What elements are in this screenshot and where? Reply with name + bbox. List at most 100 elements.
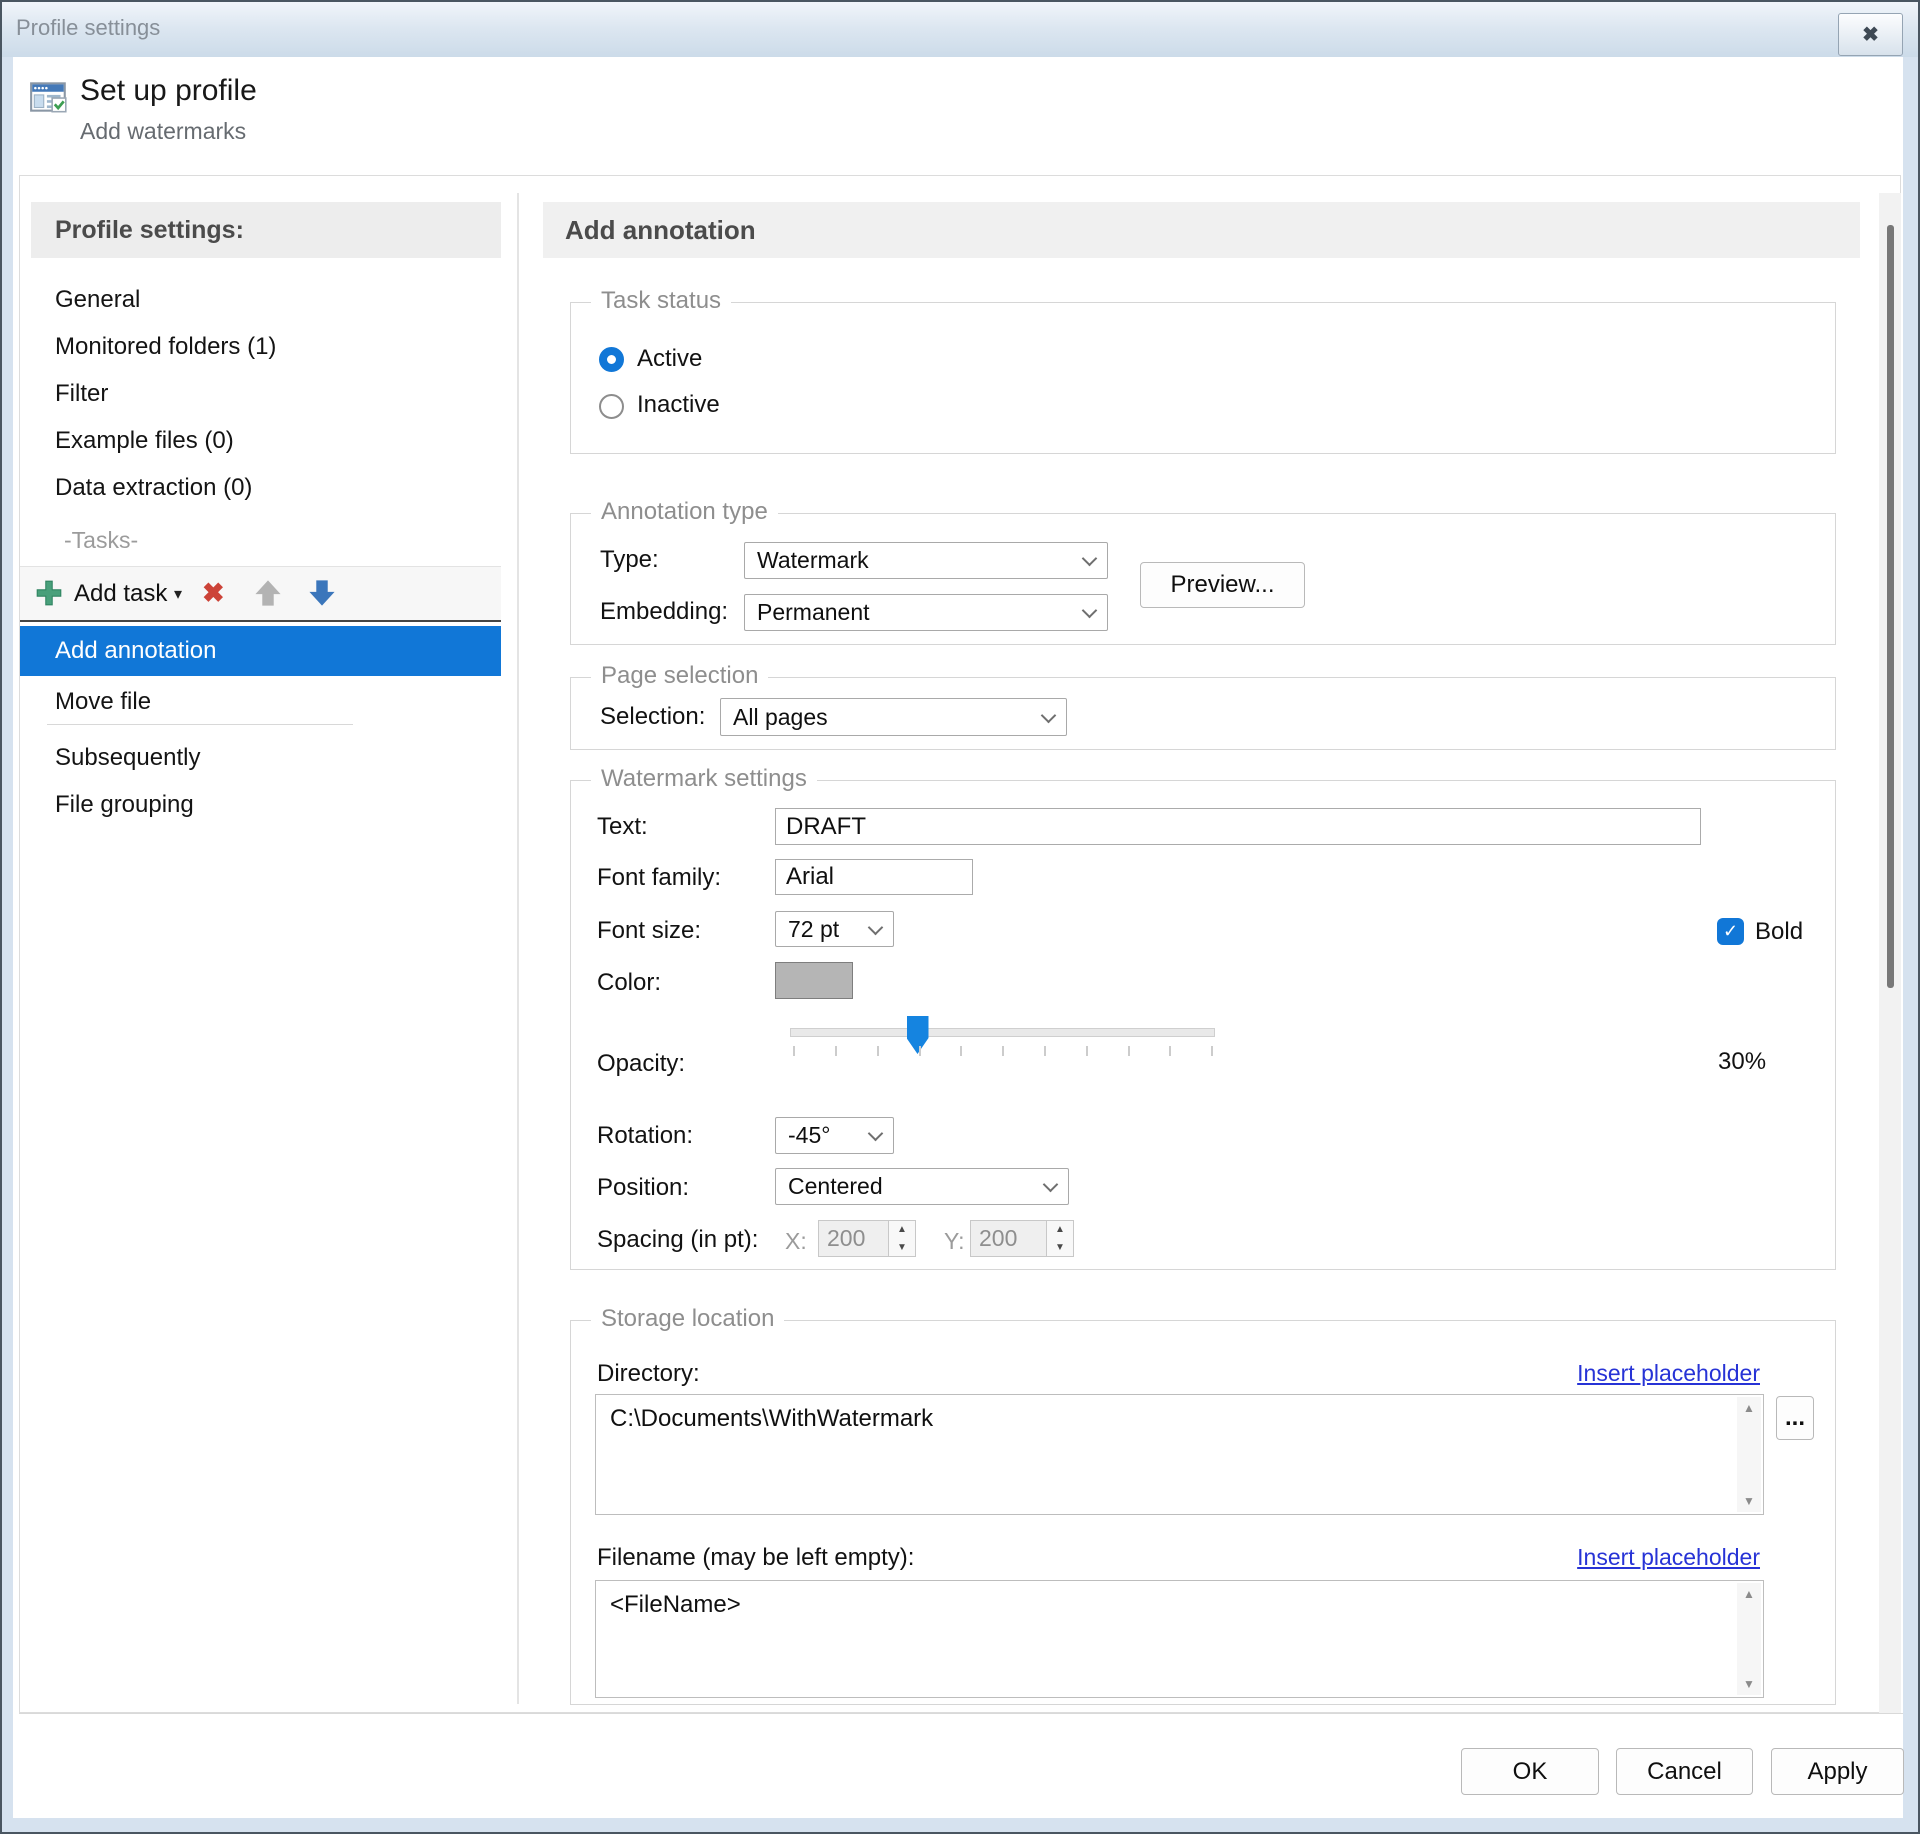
- add-task-button[interactable]: Add task: [74, 580, 167, 608]
- type-dropdown[interactable]: Watermark: [744, 542, 1108, 579]
- font-size-dropdown[interactable]: 72 pt: [775, 911, 894, 947]
- sidebar-item-monitored-folders[interactable]: Monitored folders (1): [55, 333, 276, 361]
- spin-down-icon[interactable]: ▼: [897, 1242, 907, 1253]
- sidebar-item-filter[interactable]: Filter: [55, 380, 108, 408]
- slider-tick: [835, 1046, 837, 1056]
- slider-tick: [1044, 1046, 1046, 1056]
- rotation-label: Rotation:: [597, 1122, 693, 1150]
- window-title: Profile settings: [16, 15, 160, 41]
- font-family-input[interactable]: Arial: [775, 859, 973, 895]
- spacing-y-stepper[interactable]: 200 ▲▼: [970, 1220, 1074, 1257]
- chevron-down-icon: [868, 1126, 884, 1142]
- page-selection-legend: Page selection: [591, 662, 768, 690]
- scroll-up-icon[interactable]: ▲: [1743, 1401, 1755, 1415]
- font-size-label: Font size:: [597, 917, 701, 945]
- directory-input[interactable]: C:\Documents\WithWatermark ▲▼: [595, 1394, 1764, 1515]
- type-label: Type:: [600, 546, 659, 574]
- preview-button[interactable]: Preview...: [1140, 562, 1305, 608]
- embedding-dropdown-value: Permanent: [757, 599, 870, 626]
- setup-profile-icon: [28, 76, 70, 118]
- selection-dropdown-value: All pages: [733, 704, 828, 731]
- embedding-dropdown[interactable]: Permanent: [744, 594, 1108, 631]
- active-radio-label[interactable]: Active: [637, 345, 702, 373]
- chevron-down-icon: [1082, 551, 1098, 567]
- window-titlebar[interactable]: [2, 2, 1918, 57]
- task-status-legend: Task status: [591, 287, 731, 315]
- filename-label: Filename (may be left empty):: [597, 1544, 914, 1572]
- watermark-text-input[interactable]: DRAFT: [775, 808, 1701, 845]
- sidebar-main-separator: [517, 193, 519, 1704]
- slider-tick: [1169, 1046, 1171, 1056]
- color-label: Color:: [597, 969, 661, 997]
- annotation-type-legend: Annotation type: [591, 498, 778, 526]
- chevron-down-icon: [1043, 1177, 1059, 1193]
- watermark-settings-legend: Watermark settings: [591, 765, 817, 793]
- opacity-slider-track[interactable]: [790, 1028, 1215, 1037]
- footer-divider: [19, 1713, 1903, 1714]
- directory-label: Directory:: [597, 1360, 700, 1388]
- sidebar-item-example-files[interactable]: Example files (0): [55, 427, 234, 455]
- slider-tick: [877, 1046, 879, 1056]
- slider-tick: [1002, 1046, 1004, 1056]
- spin-down-icon[interactable]: ▼: [1055, 1242, 1065, 1253]
- move-task-up-icon[interactable]: [252, 577, 284, 609]
- spin-up-icon[interactable]: ▲: [1055, 1224, 1065, 1235]
- chevron-down-icon: [1082, 603, 1098, 619]
- sidebar-item-subsequently[interactable]: Subsequently: [55, 744, 200, 772]
- chevron-down-icon: [868, 919, 884, 935]
- filename-insert-placeholder-link[interactable]: Insert placeholder: [1577, 1544, 1760, 1571]
- active-radio[interactable]: [599, 347, 624, 372]
- scroll-down-icon[interactable]: ▼: [1743, 1494, 1755, 1508]
- add-task-dropdown-caret-icon[interactable]: ▾: [174, 584, 182, 604]
- cancel-button[interactable]: Cancel: [1616, 1748, 1753, 1795]
- scroll-down-icon[interactable]: ▼: [1743, 1677, 1755, 1691]
- spacing-y-label: Y:: [944, 1228, 964, 1255]
- profile-settings-window: Profile settings ✖ Set up profile Add wa…: [0, 0, 1920, 1834]
- embedding-label: Embedding:: [600, 598, 728, 626]
- position-dropdown[interactable]: Centered: [775, 1168, 1069, 1205]
- slider-tick: [1086, 1046, 1088, 1056]
- task-item-move-file[interactable]: Move file: [55, 688, 151, 716]
- close-icon: ✖: [1862, 22, 1879, 47]
- close-button[interactable]: ✖: [1838, 13, 1903, 56]
- main-scrollbar-thumb[interactable]: [1887, 225, 1894, 988]
- text-label: Text:: [597, 813, 648, 841]
- selection-label: Selection:: [600, 703, 705, 731]
- filename-input[interactable]: <FileName> ▲▼: [595, 1580, 1764, 1698]
- spin-up-icon[interactable]: ▲: [897, 1224, 907, 1235]
- font-family-label: Font family:: [597, 864, 721, 892]
- position-label: Position:: [597, 1174, 689, 1202]
- font-size-dropdown-value: 72 pt: [788, 916, 839, 943]
- sidebar-item-file-grouping[interactable]: File grouping: [55, 791, 194, 819]
- scroll-up-icon[interactable]: ▲: [1743, 1587, 1755, 1601]
- ok-button[interactable]: OK: [1461, 1748, 1599, 1795]
- position-dropdown-value: Centered: [788, 1173, 883, 1200]
- inactive-radio-label[interactable]: Inactive: [637, 391, 720, 419]
- directory-insert-placeholder-link[interactable]: Insert placeholder: [1577, 1360, 1760, 1387]
- browse-directory-button[interactable]: ...: [1776, 1396, 1814, 1440]
- spacing-x-stepper[interactable]: 200 ▲▼: [818, 1220, 916, 1257]
- sidebar-item-general[interactable]: General: [55, 286, 140, 314]
- slider-tick: [793, 1046, 795, 1056]
- bold-checkbox[interactable]: ✓: [1717, 918, 1744, 945]
- bold-checkbox-label[interactable]: Bold: [1755, 918, 1803, 946]
- textarea-scrollbar[interactable]: ▲▼: [1737, 1397, 1761, 1512]
- rotation-dropdown[interactable]: -45°: [775, 1117, 894, 1154]
- main-section-title: Add annotation: [543, 202, 1860, 258]
- slider-tick: [919, 1046, 921, 1056]
- delete-task-icon[interactable]: ✖: [202, 578, 225, 609]
- slider-tick: [960, 1046, 962, 1056]
- apply-button[interactable]: Apply: [1771, 1748, 1904, 1795]
- sidebar-heading: Profile settings:: [31, 202, 501, 258]
- selection-dropdown[interactable]: All pages: [720, 698, 1067, 736]
- watermark-settings-group: Watermark settings: [570, 780, 1836, 1270]
- type-dropdown-value: Watermark: [757, 547, 869, 574]
- page-subtitle: Add watermarks: [80, 118, 246, 145]
- chevron-down-icon: [1041, 707, 1057, 723]
- textarea-scrollbar[interactable]: ▲▼: [1737, 1583, 1761, 1695]
- task-item-add-annotation[interactable]: Add annotation: [20, 626, 501, 676]
- move-task-down-icon[interactable]: [306, 577, 338, 609]
- color-swatch-button[interactable]: [775, 962, 853, 999]
- inactive-radio[interactable]: [599, 394, 624, 419]
- sidebar-item-data-extraction[interactable]: Data extraction (0): [55, 474, 252, 502]
